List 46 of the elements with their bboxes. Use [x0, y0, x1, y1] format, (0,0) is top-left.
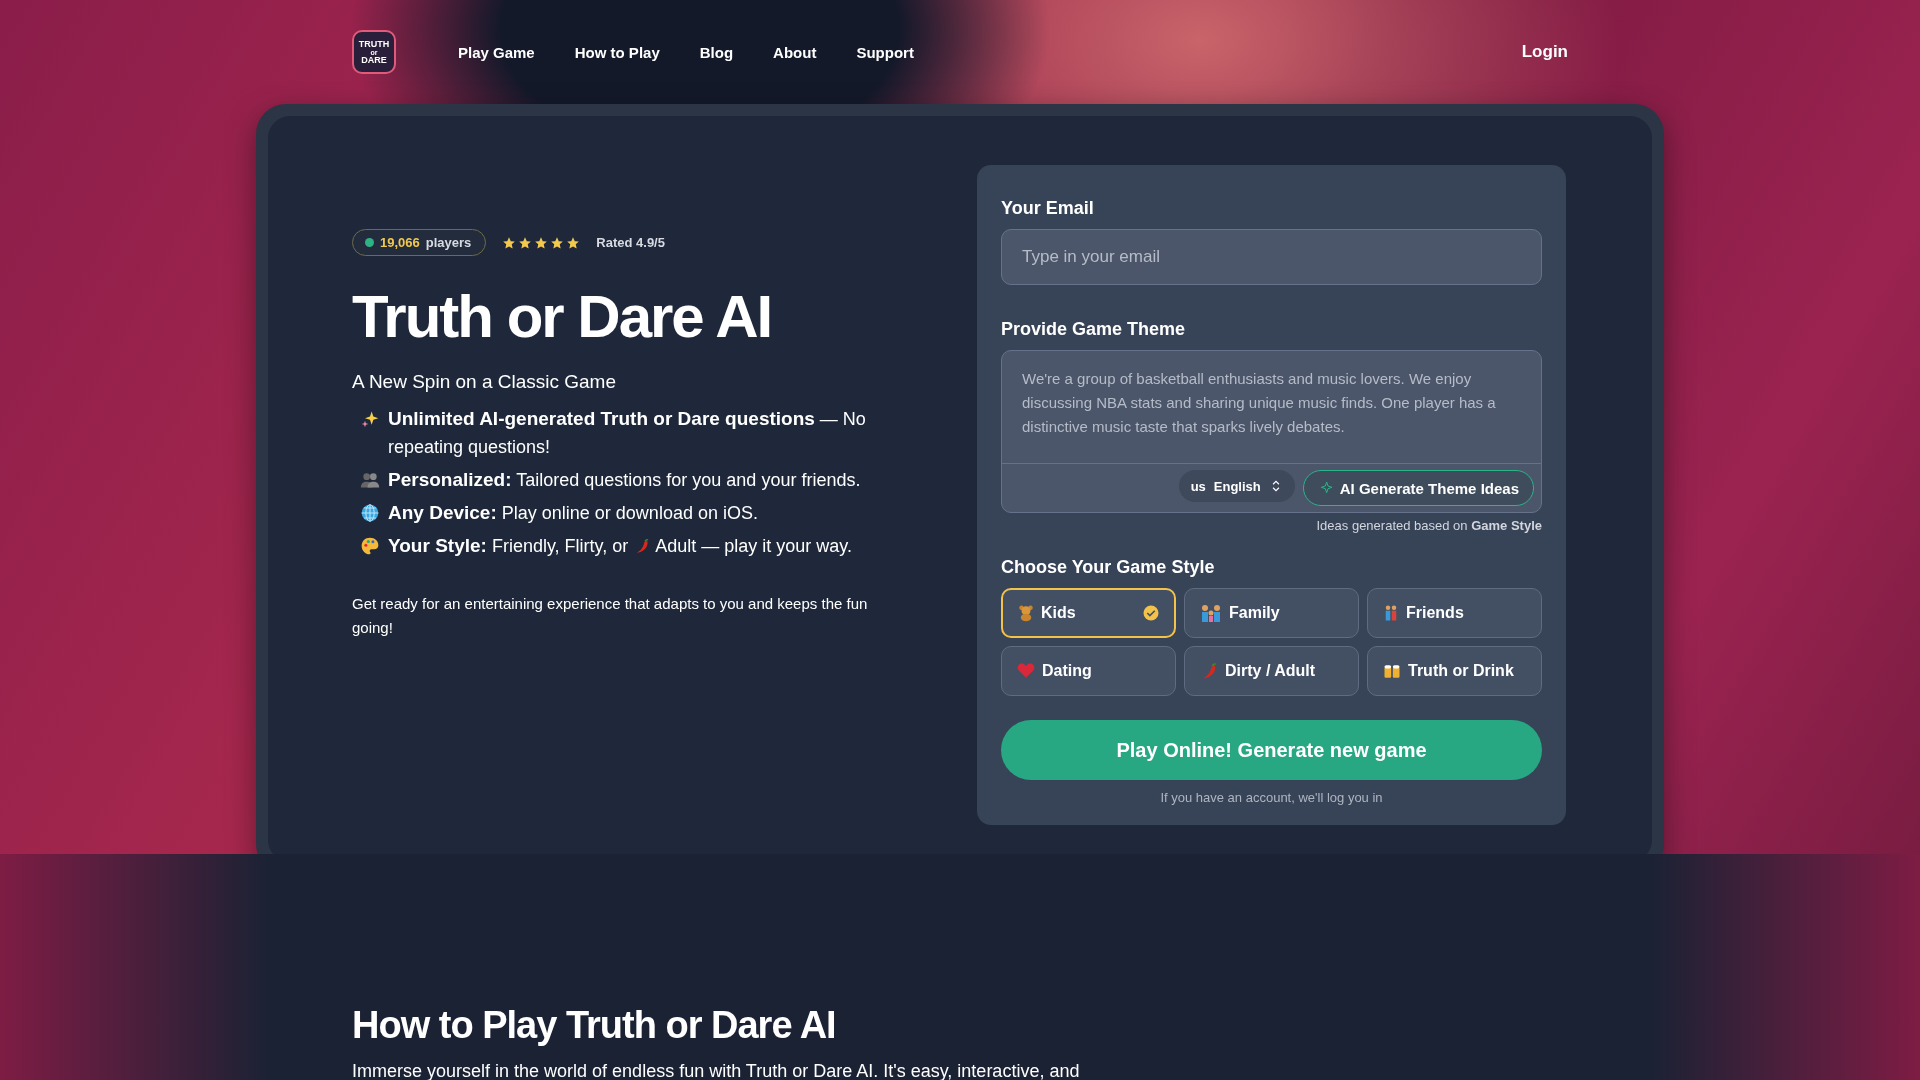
section-title: How to Play Truth or Dare AI [352, 1004, 837, 1047]
login-note: If you have an account, we'll log you in [1159, 790, 1384, 805]
feature-text: Unlimited AI-generated Truth or Dare questions — No repeating questions! [388, 409, 866, 457]
teddy-bear-icon [1017, 604, 1035, 622]
players-count: 19,066 [380, 235, 420, 250]
feature-text: Any Device: Play online or download on iOS. [388, 503, 758, 523]
game-style-option[interactable]: Kids [1001, 588, 1176, 638]
feature-text: Adult — play it your way. [655, 536, 853, 556]
theme-field[interactable]: We're a group of basketball enthusiasts and music lovers. We enjoy discussing NBA stats and sharing unique music finds. One player has a distinctive music taste that sparks lively debates. us English AI Generate Theme Ideas [1001, 350, 1542, 513]
ideas-hint: Ideas generated based on Game Style [1315, 518, 1542, 533]
people-icon [360, 470, 380, 490]
game-style-option[interactable]: Dirty / Adult [1184, 646, 1359, 696]
check-circle-icon [1142, 604, 1160, 622]
palette-icon [360, 536, 380, 556]
login-link[interactable]: Login [1521, 42, 1568, 62]
game-style-option[interactable]: Dating [1001, 646, 1176, 696]
email-input[interactable]: Type in your email [1001, 229, 1542, 285]
hero-description: Get ready for an entertaining experience that adapts to you and keeps the fun going! [352, 594, 869, 638]
sparkles-icon [360, 409, 380, 429]
nav-link[interactable]: About [773, 43, 817, 61]
star-icon [566, 235, 581, 250]
section-text: Immerse yourself in the world of endless fun with Truth or Dare AI. It's easy, interactive, and [352, 1061, 1081, 1080]
nav-link[interactable]: Support [856, 43, 914, 61]
game-style-label: Choose Your Game Style [1001, 557, 1216, 578]
feature-text: Personalized: Tailored questions for you and your friends. [388, 470, 861, 490]
hero-title: Truth or Dare AI [352, 282, 773, 351]
star-icon [550, 235, 565, 250]
nav-link[interactable]: Play Game [458, 43, 535, 61]
theme-label: Provide Game Theme [1001, 319, 1187, 340]
star-icon [518, 235, 533, 250]
star-icon [534, 235, 549, 250]
game-style-option[interactable]: Friends [1367, 588, 1542, 638]
language-select[interactable]: us English [1178, 470, 1295, 502]
globe-icon [360, 503, 380, 523]
generate-ideas-button[interactable]: AI Generate Theme Ideas [1302, 470, 1534, 506]
game-style-option[interactable]: Family [1184, 588, 1359, 638]
hero-subtitle: A New Spin on a Classic Game [352, 371, 617, 393]
email-label: Your Email [1001, 198, 1095, 219]
online-dot-icon [365, 238, 374, 247]
star-icon [502, 235, 517, 250]
feature-text: Your Style: Friendly, Flirty, or [388, 536, 629, 556]
nav-link[interactable]: How to Play [574, 43, 660, 61]
game-style-option[interactable]: Truth or Drink [1367, 646, 1542, 696]
rating-label: Rated 4.9/5 [596, 235, 665, 250]
nav-link[interactable]: Blog [699, 43, 734, 61]
players-label: players [425, 235, 472, 250]
